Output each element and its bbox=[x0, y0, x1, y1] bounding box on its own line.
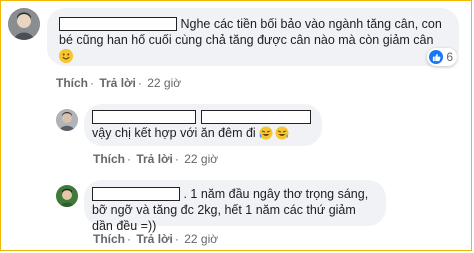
like-button[interactable]: Thích bbox=[56, 76, 88, 90]
like-button[interactable]: Thích bbox=[93, 232, 125, 246]
reply-button[interactable]: Trả lời bbox=[136, 152, 173, 166]
redacted-name bbox=[92, 187, 180, 201]
reaction-count[interactable]: 6 bbox=[427, 48, 457, 66]
comment-bubble: vậy chị kết hợp với ăn đêm đi bbox=[84, 104, 322, 146]
avatar-photo-icon bbox=[56, 185, 78, 207]
redacted-name bbox=[92, 110, 196, 124]
comment-bubble: . 1 năm đầu ngây thơ trọng sáng, bỡ ngỡ … bbox=[84, 180, 386, 233]
reaction-count-number: 6 bbox=[446, 50, 453, 64]
avatar-photo-icon bbox=[56, 109, 78, 131]
reply-button[interactable]: Trả lời bbox=[99, 76, 136, 90]
timestamp[interactable]: 22 giờ bbox=[184, 232, 218, 246]
redacted-name bbox=[201, 110, 312, 124]
like-button[interactable]: Thích bbox=[93, 152, 125, 166]
avatar-photo-icon bbox=[8, 8, 40, 40]
reply-button[interactable]: Trả lời bbox=[136, 232, 173, 246]
redacted-name bbox=[59, 17, 177, 31]
timestamp[interactable]: 22 giờ bbox=[147, 76, 181, 90]
like-icon bbox=[429, 50, 444, 64]
laughing-face-icon bbox=[259, 126, 289, 144]
timestamp[interactable]: 22 giờ bbox=[184, 152, 218, 166]
smiling-face-icon bbox=[59, 49, 73, 63]
comment-actions: Thích · Trả lời · 22 giờ bbox=[93, 232, 219, 246]
comment-actions: Thích · Trả lời · 22 giờ bbox=[56, 76, 182, 90]
avatar[interactable] bbox=[8, 8, 40, 40]
comment-bubble: Nghe các tiền bối bảo vào ngành tăng cân… bbox=[47, 8, 459, 66]
avatar[interactable] bbox=[56, 185, 78, 207]
comment-text: vậy chị kết hợp với ăn đêm đi bbox=[92, 126, 256, 140]
avatar[interactable] bbox=[56, 109, 78, 131]
comment-actions: Thích · Trả lời · 22 giờ bbox=[93, 152, 219, 166]
